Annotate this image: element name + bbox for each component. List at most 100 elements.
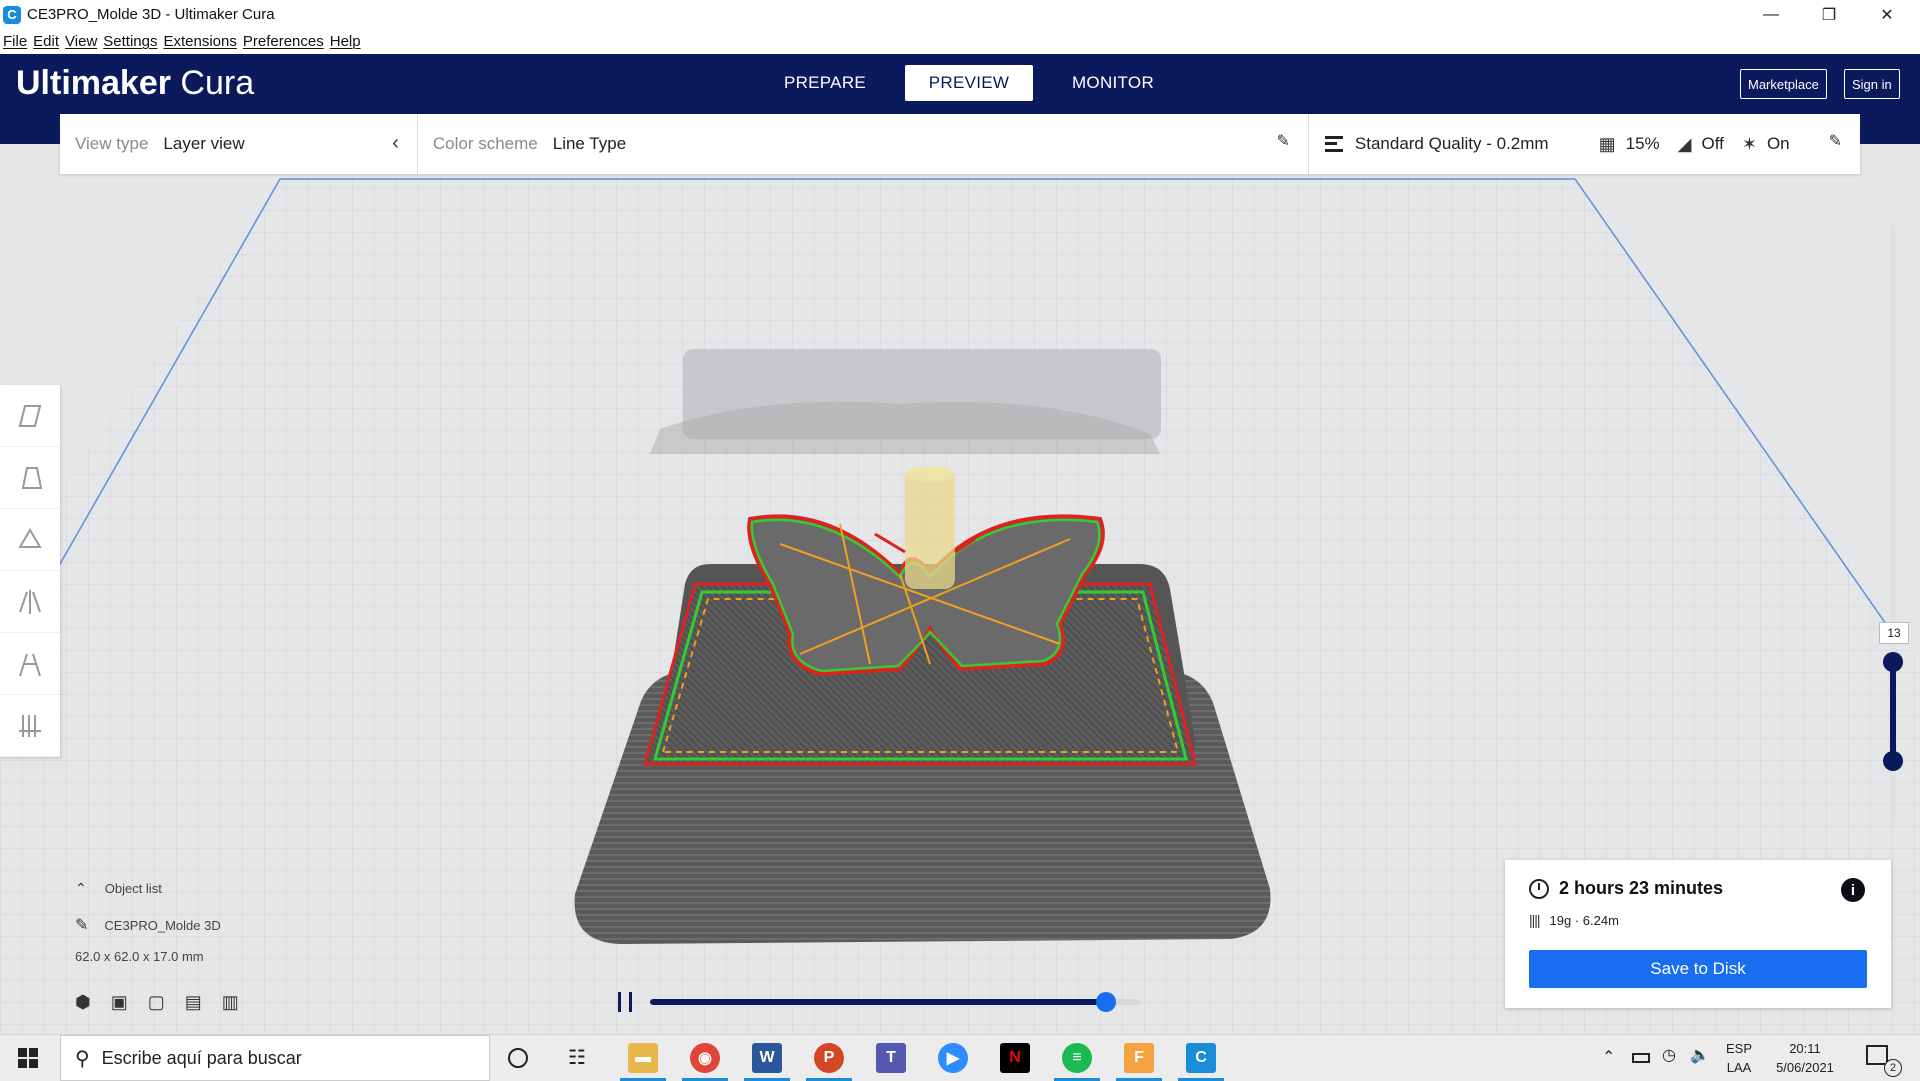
- cortana-icon[interactable]: [508, 1048, 528, 1068]
- infill-value: 15%: [1625, 134, 1660, 153]
- object-dimensions: 62.0 x 62.0 x 17.0 mm: [75, 949, 204, 964]
- color-scheme-label: Color scheme: [432, 134, 538, 153]
- camera-view-buttons: ⬢ ▣ ▢ ▤ ▥: [75, 992, 239, 1013]
- print-settings-summary[interactable]: Standard Quality - 0.2mm ▦ 15% ◢ Off ✶ O…: [1309, 114, 1860, 174]
- left-toolbar: [0, 385, 60, 757]
- file-explorer-icon[interactable]: ▬: [628, 1043, 658, 1073]
- menu-extensions[interactable]: Extensions: [160, 33, 239, 50]
- chrome-icon[interactable]: ◉: [690, 1043, 720, 1073]
- title-bar: C CE3PRO_Molde 3D - Ultimaker Cura — ❐ ✕: [0, 0, 1920, 29]
- menu-edit[interactable]: Edit: [30, 33, 62, 50]
- wifi-icon[interactable]: ◷: [1662, 1045, 1676, 1065]
- color-scheme-value: Line Type: [552, 134, 627, 153]
- menu-bar: File Edit View Settings Extensions Prefe…: [0, 29, 1920, 54]
- task-view-icon[interactable]: ☷: [568, 1045, 586, 1070]
- search-placeholder: Escribe aquí para buscar: [101, 1047, 302, 1068]
- object-list-header: Object list: [104, 881, 162, 896]
- support-icon: ◢: [1677, 133, 1692, 154]
- support-value: Off: [1701, 134, 1724, 153]
- sign-in-button[interactable]: Sign in: [1844, 69, 1900, 99]
- menu-help[interactable]: Help: [327, 33, 364, 50]
- view-type-value: Layer view: [163, 134, 245, 153]
- layer-slider-range: [1890, 662, 1896, 762]
- menu-file[interactable]: File: [0, 33, 30, 50]
- chevron-left-icon: ‹: [392, 132, 399, 154]
- zoom-icon[interactable]: ▶: [938, 1043, 968, 1073]
- stage-tabs: PREPARE PREVIEW MONITOR: [761, 65, 1193, 101]
- pause-icon[interactable]: [618, 992, 632, 1012]
- netflix-icon[interactable]: N: [1000, 1043, 1030, 1073]
- adhesion-icon: ✶: [1741, 133, 1757, 154]
- windows-start-icon[interactable]: [18, 1048, 38, 1068]
- chevron-up-icon[interactable]: ⌃: [1602, 1047, 1615, 1067]
- marketplace-button[interactable]: Marketplace: [1740, 69, 1827, 99]
- language-code: ESP: [1726, 1041, 1753, 1056]
- tab-prepare[interactable]: PREPARE: [761, 65, 889, 101]
- tab-preview[interactable]: PREVIEW: [905, 65, 1033, 101]
- move-icon[interactable]: [0, 385, 60, 447]
- clock[interactable]: 20:11 5/06/2021: [1770, 1039, 1840, 1077]
- spotify-icon[interactable]: ≡: [1062, 1043, 1092, 1073]
- object-name: CE3PRO_Molde 3D: [104, 917, 221, 933]
- clock-icon: [1529, 878, 1549, 899]
- per-model-settings-icon[interactable]: [0, 633, 60, 695]
- fusion-icon[interactable]: F: [1124, 1043, 1154, 1073]
- word-icon[interactable]: W: [752, 1043, 782, 1073]
- clock-date: 5/06/2021: [1776, 1060, 1834, 1075]
- powerpoint-icon[interactable]: P: [814, 1043, 844, 1073]
- scrubber-handle[interactable]: [1095, 992, 1116, 1012]
- view-type-selector[interactable]: View type Layer view ‹: [60, 114, 418, 174]
- top-view-icon[interactable]: ▢: [148, 992, 165, 1013]
- menu-view[interactable]: View: [62, 33, 100, 50]
- taskbar-search[interactable]: ⚲ Escribe aquí para buscar: [60, 1035, 490, 1081]
- restore-icon[interactable]: ❐: [1800, 0, 1858, 29]
- save-to-disk-button[interactable]: Save to Disk: [1529, 950, 1867, 988]
- search-icon: ⚲: [75, 1047, 90, 1070]
- layer-number-label[interactable]: 13: [1879, 622, 1909, 644]
- mirror-icon[interactable]: [0, 571, 60, 633]
- quality-value: Standard Quality - 0.2mm: [1354, 134, 1549, 153]
- layer-slider-lower-handle[interactable]: [1883, 751, 1903, 771]
- clock-time: 20:11: [1789, 1041, 1821, 1056]
- info-icon[interactable]: i: [1841, 878, 1865, 902]
- filament-icon: ||||: [1529, 912, 1541, 928]
- infill-icon: ▦: [1598, 133, 1616, 154]
- close-icon[interactable]: ✕: [1858, 0, 1916, 29]
- color-scheme-selector[interactable]: Color scheme Line Type ✎: [418, 114, 1309, 174]
- cura-icon: C: [3, 5, 21, 24]
- pencil-icon[interactable]: ✎: [1829, 131, 1842, 151]
- print-time: 2 hours 23 minutes: [1559, 878, 1724, 898]
- object-list-toggle[interactable]: ⌃ Object list: [75, 880, 239, 897]
- menu-settings[interactable]: Settings: [100, 33, 160, 50]
- tab-monitor[interactable]: MONITOR: [1049, 65, 1177, 101]
- print-information-panel: 2 hours 23 minutes i |||| 19g · 6.24m Sa…: [1505, 860, 1891, 1008]
- layer-slider-upper-handle[interactable]: [1883, 652, 1903, 672]
- volume-icon[interactable]: 🔈: [1690, 1045, 1710, 1065]
- support-blocker-icon[interactable]: [0, 695, 60, 757]
- material-usage: 19g · 6.24m: [1549, 912, 1619, 928]
- language-indicator[interactable]: ESP LAA: [1726, 1039, 1752, 1077]
- adhesion-value: On: [1766, 134, 1790, 153]
- 3d-view-icon[interactable]: ⬢: [75, 992, 91, 1013]
- right-view-icon[interactable]: ▥: [222, 992, 239, 1013]
- left-view-icon[interactable]: ▤: [185, 992, 202, 1013]
- scale-icon[interactable]: [0, 447, 60, 509]
- window-title: CE3PRO_Molde 3D - Ultimaker Cura: [27, 6, 275, 23]
- keyboard-layout: LAA: [1726, 1060, 1752, 1075]
- support-pillar: [905, 469, 955, 589]
- notification-count: 2: [1884, 1059, 1902, 1077]
- menu-preferences[interactable]: Preferences: [240, 33, 327, 50]
- quality-icon: [1324, 136, 1343, 152]
- app-logo: Ultimaker Cura: [16, 64, 255, 102]
- front-view-icon[interactable]: ▣: [111, 992, 128, 1013]
- rotate-icon[interactable]: [0, 509, 60, 571]
- object-list-item[interactable]: ✎ CE3PRO_Molde 3D: [75, 915, 239, 935]
- minimize-icon[interactable]: —: [1742, 0, 1800, 29]
- cura-icon[interactable]: C: [1186, 1043, 1216, 1073]
- teams-icon[interactable]: T: [876, 1043, 906, 1073]
- battery-icon[interactable]: [1632, 1053, 1650, 1063]
- windows-taskbar: ⚲ Escribe aquí para buscar ☷ ▬ ◉ W P T ▶…: [0, 1034, 1920, 1081]
- pencil-icon[interactable]: ✎: [1276, 131, 1289, 151]
- view-toolbar: View type Layer view ‹ Color scheme Line…: [60, 114, 1860, 174]
- chevron-up-icon: ⌃: [75, 880, 87, 896]
